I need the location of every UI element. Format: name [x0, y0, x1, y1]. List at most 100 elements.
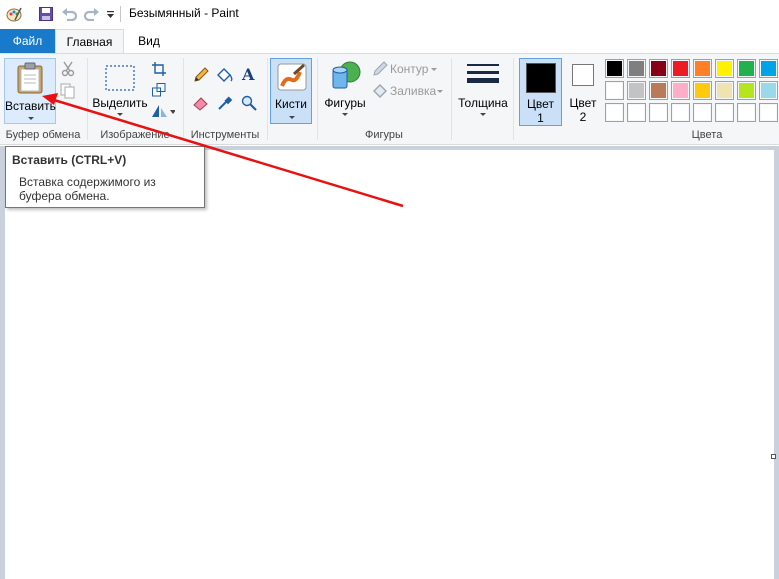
- palette-swatch[interactable]: [627, 81, 646, 100]
- ribbon-tabs: Файл Главная Вид: [0, 29, 779, 54]
- work-area: [0, 146, 779, 579]
- tab-file[interactable]: Файл: [0, 29, 55, 53]
- group-separator: [317, 58, 318, 140]
- palette-swatch-color: [651, 105, 666, 120]
- select-dropdown-icon: [117, 113, 123, 116]
- palette-swatch-color: [607, 105, 622, 120]
- paint-app-icon[interactable]: [5, 5, 23, 23]
- palette-swatch[interactable]: [759, 81, 778, 100]
- colors-group-label: Цвета: [691, 129, 723, 141]
- palette-swatch[interactable]: [737, 103, 756, 122]
- palette-swatch[interactable]: [759, 59, 778, 78]
- fill-icon[interactable]: [371, 82, 389, 100]
- title-separator: [120, 6, 121, 22]
- brushes-dropdown-icon: [289, 116, 295, 119]
- palette-swatch-color: [717, 61, 732, 76]
- line-thickness-icon[interactable]: [466, 62, 500, 88]
- palette-swatch[interactable]: [627, 59, 646, 78]
- palette-swatch[interactable]: [671, 81, 690, 100]
- outline-label[interactable]: Контур: [390, 62, 428, 76]
- redo-icon[interactable]: [83, 5, 101, 23]
- resize-icon[interactable]: [150, 81, 168, 99]
- palette-swatch[interactable]: [737, 81, 756, 100]
- paste-button[interactable]: Вставить: [4, 58, 56, 124]
- outline-icon[interactable]: [371, 60, 389, 78]
- tooltip-title: Вставить (CTRL+V): [12, 153, 127, 167]
- select-label[interactable]: Выделить: [90, 96, 150, 110]
- palette-swatch[interactable]: [693, 59, 712, 78]
- crop-icon[interactable]: [150, 60, 168, 78]
- tooltip-description: Вставка содержимого из буфера обмена.: [19, 175, 156, 203]
- size-label[interactable]: Толщина: [454, 96, 512, 110]
- fill-label[interactable]: Заливка: [390, 84, 436, 98]
- customize-qat-icon[interactable]: [104, 5, 116, 23]
- title-bar: Безымянный - Paint: [0, 0, 779, 29]
- color1-label: Цвет: [527, 97, 554, 111]
- color2-label[interactable]: Цвет: [564, 96, 602, 110]
- palette-swatch[interactable]: [715, 103, 734, 122]
- color2-swatch[interactable]: [572, 64, 594, 86]
- brushes-button[interactable]: Кисти: [270, 58, 312, 124]
- palette-swatch[interactable]: [737, 59, 756, 78]
- copy-icon[interactable]: [59, 82, 77, 100]
- color1-button[interactable]: Цвет 1: [519, 58, 562, 126]
- palette-swatch-color: [673, 105, 688, 120]
- palette-swatch[interactable]: [715, 81, 734, 100]
- cut-icon[interactable]: [59, 60, 77, 78]
- palette-swatch[interactable]: [671, 103, 690, 122]
- text-icon[interactable]: A: [240, 65, 258, 83]
- palette-swatch[interactable]: [627, 103, 646, 122]
- magnifier-icon[interactable]: [240, 94, 258, 112]
- palette-swatch[interactable]: [605, 103, 624, 122]
- clipboard-group-label: Буфер обмена: [5, 129, 81, 141]
- pencil-icon[interactable]: [192, 66, 210, 84]
- palette-swatch[interactable]: [649, 59, 668, 78]
- drawing-canvas[interactable]: [5, 150, 774, 579]
- palette-swatch[interactable]: [759, 103, 778, 122]
- palette-swatch-color: [739, 83, 754, 98]
- fill-bucket-icon[interactable]: [216, 66, 234, 84]
- palette-swatch-color: [629, 105, 644, 120]
- color-picker-icon[interactable]: [216, 94, 234, 112]
- save-icon[interactable]: [37, 5, 55, 23]
- palette-swatch[interactable]: [605, 81, 624, 100]
- palette-swatch-color: [673, 83, 688, 98]
- brushes-label: Кисти: [275, 97, 307, 111]
- group-separator: [513, 58, 514, 140]
- tools-group-label: Инструменты: [190, 129, 260, 141]
- palette-swatch[interactable]: [671, 59, 690, 78]
- palette-swatch-color: [651, 83, 666, 98]
- shapes-label[interactable]: Фигуры: [320, 96, 370, 110]
- palette-swatch[interactable]: [649, 103, 668, 122]
- rotate-icon[interactable]: [150, 102, 176, 120]
- svg-text:A: A: [241, 66, 255, 82]
- group-separator: [183, 58, 184, 140]
- palette-swatch-color: [695, 105, 710, 120]
- window-title: Безымянный - Paint: [129, 6, 239, 20]
- tab-view[interactable]: Вид: [124, 29, 174, 53]
- group-separator: [451, 58, 452, 140]
- palette-swatch-color: [717, 83, 732, 98]
- palette-swatch-color: [629, 61, 644, 76]
- palette-swatch[interactable]: [605, 59, 624, 78]
- palette-swatch-color: [761, 61, 776, 76]
- canvas-resize-handle[interactable]: [771, 454, 776, 459]
- shapes-icon[interactable]: [330, 60, 362, 92]
- palette-swatch-color: [607, 61, 622, 76]
- tab-home[interactable]: Главная: [55, 29, 124, 54]
- color2-number: 2: [579, 110, 587, 124]
- eraser-icon[interactable]: [192, 94, 210, 112]
- palette-swatch-color: [761, 105, 776, 120]
- select-icon[interactable]: [104, 64, 136, 92]
- palette-swatch[interactable]: [715, 59, 734, 78]
- palette-swatch-color: [673, 61, 688, 76]
- paste-tooltip: Вставить (CTRL+V) Вставка содержимого из…: [5, 146, 205, 208]
- undo-icon[interactable]: [60, 5, 78, 23]
- shapes-dropdown-icon: [342, 113, 348, 116]
- fill-dropdown-icon: [437, 90, 443, 93]
- palette-swatch[interactable]: [693, 103, 712, 122]
- palette-swatch[interactable]: [693, 81, 712, 100]
- paste-dropdown-icon: [28, 117, 34, 120]
- palette-swatch-color: [739, 105, 754, 120]
- palette-swatch[interactable]: [649, 81, 668, 100]
